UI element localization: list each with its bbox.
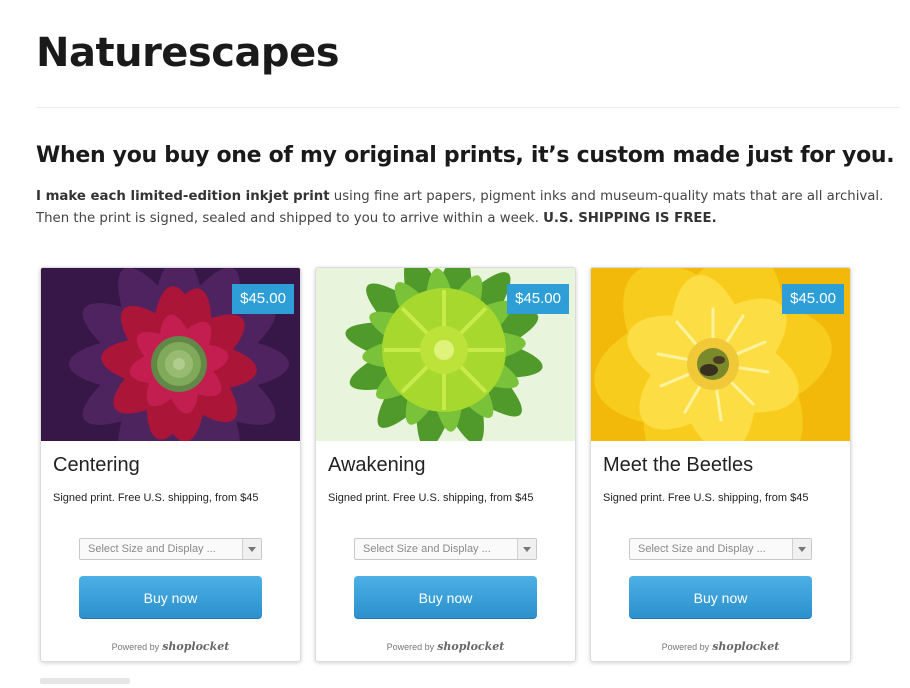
chevron-down-icon[interactable]: [517, 539, 536, 559]
chevron-down-icon[interactable]: [242, 539, 261, 559]
product-image-yellow-flower[interactable]: $45.00: [591, 268, 850, 441]
select-placeholder: Select Size and Display ...: [638, 543, 766, 555]
product-card-meet-the-beetles: $45.00 Meet the Beetles Signed print. Fr…: [590, 267, 851, 662]
chevron-down-icon[interactable]: [792, 539, 811, 559]
site-title: Naturescapes: [36, 30, 340, 76]
cut-off-text: [40, 678, 130, 684]
intro-paragraph: I make each limited-edition inkjet print…: [36, 186, 896, 230]
shoplocket-logo[interactable]: shoplocket: [162, 640, 229, 653]
select-placeholder: Select Size and Display ...: [88, 543, 216, 555]
powered-by-label: Powered by: [111, 642, 160, 652]
product-description: Signed print. Free U.S. shipping, from $…: [328, 492, 534, 504]
price-badge: $45.00: [782, 284, 844, 314]
product-title: Centering: [53, 454, 140, 476]
size-display-select[interactable]: Select Size and Display ...: [354, 538, 537, 560]
powered-by: Powered by shoplocket: [316, 640, 575, 653]
intro-bold-lead: I make each limited-edition inkjet print: [36, 189, 330, 204]
buy-now-button[interactable]: Buy now: [354, 576, 537, 619]
size-display-select[interactable]: Select Size and Display ...: [79, 538, 262, 560]
product-image-green-sunflower[interactable]: $45.00: [316, 268, 575, 441]
product-card-centering: $45.00 Centering Signed print. Free U.S.…: [40, 267, 301, 662]
product-title: Awakening: [328, 454, 426, 476]
page: Naturescapes When you buy one of my orig…: [0, 0, 910, 688]
size-display-select[interactable]: Select Size and Display ...: [629, 538, 812, 560]
page-headline: When you buy one of my original prints, …: [36, 143, 895, 168]
powered-by-label: Powered by: [386, 642, 435, 652]
select-placeholder: Select Size and Display ...: [363, 543, 491, 555]
intro-bold-tail: U.S. SHIPPING IS FREE.: [543, 211, 717, 226]
product-description: Signed print. Free U.S. shipping, from $…: [53, 492, 259, 504]
product-description: Signed print. Free U.S. shipping, from $…: [603, 492, 809, 504]
product-image-red-succulent[interactable]: $45.00: [41, 268, 300, 441]
buy-now-button[interactable]: Buy now: [629, 576, 812, 619]
product-title: Meet the Beetles: [603, 454, 754, 476]
price-badge: $45.00: [507, 284, 569, 314]
price-badge: $45.00: [232, 284, 294, 314]
shoplocket-logo[interactable]: shoplocket: [437, 640, 504, 653]
powered-by-label: Powered by: [661, 642, 710, 652]
product-card-awakening: $45.00 Awakening Signed print. Free U.S.…: [315, 267, 576, 662]
buy-now-button[interactable]: Buy now: [79, 576, 262, 619]
powered-by: Powered by shoplocket: [41, 640, 300, 653]
shoplocket-logo[interactable]: shoplocket: [712, 640, 779, 653]
powered-by: Powered by shoplocket: [591, 640, 850, 653]
title-divider: [36, 107, 900, 108]
